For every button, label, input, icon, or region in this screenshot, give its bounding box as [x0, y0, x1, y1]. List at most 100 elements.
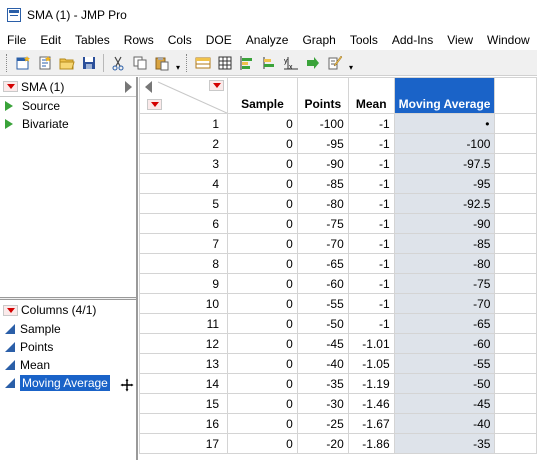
- sample-cell[interactable]: 0: [227, 213, 298, 234]
- row-number-cell[interactable]: 10: [139, 293, 229, 314]
- moving-average-cell[interactable]: -90: [393, 213, 496, 234]
- mean-cell[interactable]: -1: [347, 153, 395, 174]
- empty-cell[interactable]: [494, 353, 537, 374]
- row-number-cell[interactable]: 3: [139, 153, 229, 174]
- empty-cell[interactable]: [494, 233, 537, 254]
- column-item-mean[interactable]: Mean: [0, 356, 136, 374]
- table-red-triangle-icon[interactable]: [3, 81, 18, 92]
- mean-cell[interactable]: -1: [347, 273, 395, 294]
- moving-average-cell[interactable]: -92.5: [393, 193, 496, 214]
- column-header-moving-average[interactable]: Moving Average: [393, 77, 496, 114]
- sample-cell[interactable]: 0: [227, 153, 298, 174]
- row-number-cell[interactable]: 5: [139, 193, 229, 214]
- table-row[interactable]: 8 0 -65 -1 -80: [139, 253, 537, 274]
- points-cell[interactable]: -85: [296, 173, 349, 194]
- table-row[interactable]: 12 0 -45 -1.01 -60: [139, 333, 537, 354]
- moving-average-cell[interactable]: •: [393, 113, 496, 134]
- table-row[interactable]: 11 0 -50 -1 -65: [139, 313, 537, 334]
- table-row[interactable]: 15 0 -30 -1.46 -45: [139, 393, 537, 414]
- mean-cell[interactable]: -1: [347, 293, 395, 314]
- column-item-sample[interactable]: Sample: [0, 320, 136, 338]
- column-header-sample[interactable]: Sample: [227, 77, 298, 114]
- row-number-cell[interactable]: 1: [139, 113, 229, 134]
- empty-cell[interactable]: [494, 273, 537, 294]
- row-number-cell[interactable]: 17: [139, 433, 229, 454]
- mean-cell[interactable]: -1: [347, 113, 395, 134]
- points-cell[interactable]: -35: [296, 373, 349, 394]
- row-number-cell[interactable]: 15: [139, 393, 229, 414]
- points-cell[interactable]: -80: [296, 193, 349, 214]
- mean-cell[interactable]: -1.01: [347, 333, 395, 354]
- column-header-mean[interactable]: Mean: [347, 77, 395, 114]
- sample-cell[interactable]: 0: [227, 353, 298, 374]
- row-number-cell[interactable]: 14: [139, 373, 229, 394]
- mean-cell[interactable]: -1.46: [347, 393, 395, 414]
- menu-analyze[interactable]: Analyze: [239, 33, 296, 47]
- menu-graph[interactable]: Graph: [295, 33, 342, 47]
- toolbar-overflow-icon[interactable]: ▾: [349, 63, 353, 72]
- points-cell[interactable]: -60: [296, 273, 349, 294]
- row-number-cell[interactable]: 13: [139, 353, 229, 374]
- table-row[interactable]: 14 0 -35 -1.19 -50: [139, 373, 537, 394]
- menu-cols[interactable]: Cols: [161, 33, 199, 47]
- points-cell[interactable]: -90: [296, 153, 349, 174]
- column-item-moving-average[interactable]: Moving Average: [0, 374, 136, 392]
- points-cell[interactable]: -45: [296, 333, 349, 354]
- points-cell[interactable]: -70: [296, 233, 349, 254]
- mean-cell[interactable]: -1: [347, 253, 395, 274]
- sample-cell[interactable]: 0: [227, 413, 298, 434]
- points-cell[interactable]: -30: [296, 393, 349, 414]
- empty-cell[interactable]: [494, 113, 537, 134]
- moving-average-cell[interactable]: -97.5: [393, 153, 496, 174]
- collapse-panel-icon[interactable]: [125, 81, 132, 93]
- menu-doe[interactable]: DOE: [199, 33, 239, 47]
- menu-view[interactable]: View: [440, 33, 480, 47]
- empty-cell[interactable]: [494, 433, 537, 454]
- mean-cell[interactable]: -1: [347, 133, 395, 154]
- menu-edit[interactable]: Edit: [33, 33, 68, 47]
- empty-cell[interactable]: [494, 393, 537, 414]
- moving-average-cell[interactable]: -80: [393, 253, 496, 274]
- columns-red-triangle-icon[interactable]: [3, 304, 18, 316]
- copy-icon[interactable]: [130, 53, 150, 73]
- empty-column-header[interactable]: [494, 77, 537, 114]
- sample-cell[interactable]: 0: [227, 373, 298, 394]
- sample-cell[interactable]: 0: [227, 173, 298, 194]
- sample-cell[interactable]: 0: [227, 313, 298, 334]
- mean-cell[interactable]: -1.86: [347, 433, 395, 454]
- points-cell[interactable]: -75: [296, 213, 349, 234]
- moving-average-cell[interactable]: -35: [393, 433, 496, 454]
- row-number-cell[interactable]: 12: [139, 333, 229, 354]
- empty-cell[interactable]: [494, 193, 537, 214]
- empty-cell[interactable]: [494, 333, 537, 354]
- row-number-cell[interactable]: 16: [139, 413, 229, 434]
- mean-cell[interactable]: -1: [347, 193, 395, 214]
- sample-cell[interactable]: 0: [227, 393, 298, 414]
- menu-add-ins[interactable]: Add-Ins: [385, 33, 440, 47]
- new-data-table-icon[interactable]: [13, 53, 33, 73]
- empty-cell[interactable]: [494, 313, 537, 334]
- sample-cell[interactable]: 0: [227, 113, 298, 134]
- table-row[interactable]: 7 0 -70 -1 -85: [139, 233, 537, 254]
- moving-average-cell[interactable]: -50: [393, 373, 496, 394]
- mean-cell[interactable]: -1.67: [347, 413, 395, 434]
- points-cell[interactable]: -40: [296, 353, 349, 374]
- run-script-icon[interactable]: [5, 119, 13, 129]
- fit-y-by-x-icon[interactable]: yx: [281, 53, 301, 73]
- moving-average-cell[interactable]: -45: [393, 393, 496, 414]
- sample-cell[interactable]: 0: [227, 133, 298, 154]
- bar-chart-icon[interactable]: [237, 53, 257, 73]
- moving-average-cell[interactable]: -85: [393, 233, 496, 254]
- table-row[interactable]: 16 0 -25 -1.67 -40: [139, 413, 537, 434]
- moving-average-cell[interactable]: -55: [393, 353, 496, 374]
- empty-cell[interactable]: [494, 373, 537, 394]
- cut-icon[interactable]: [108, 53, 128, 73]
- points-cell[interactable]: -50: [296, 313, 349, 334]
- sample-cell[interactable]: 0: [227, 293, 298, 314]
- points-cell[interactable]: -65: [296, 253, 349, 274]
- empty-cell[interactable]: [494, 253, 537, 274]
- column-header-points[interactable]: Points: [296, 77, 349, 114]
- row-number-cell[interactable]: 2: [139, 133, 229, 154]
- script-item-bivariate[interactable]: Bivariate: [0, 115, 136, 133]
- points-cell[interactable]: -25: [296, 413, 349, 434]
